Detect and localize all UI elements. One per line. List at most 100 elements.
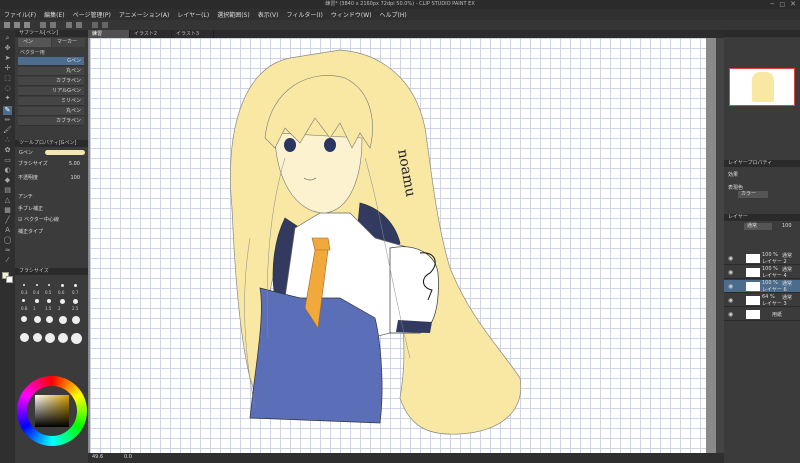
eye-icon[interactable]: ◉	[728, 269, 733, 276]
fill-icon[interactable]	[76, 22, 82, 28]
eraser-tool-icon[interactable]: ▭	[3, 156, 12, 165]
redo-icon[interactable]	[50, 22, 56, 28]
vertical-scrollbar[interactable]	[716, 38, 724, 453]
size-dot[interactable]	[22, 299, 25, 302]
layer-row[interactable]: ◉ 64 % 通常 レイヤー 3	[724, 294, 800, 307]
subtool-category-pen[interactable]: ペン	[18, 38, 51, 47]
layer-row[interactable]: ◉ 用紙	[724, 308, 800, 321]
eyedropper-tool-icon[interactable]: ⁄	[3, 256, 12, 265]
zoom-tool-icon[interactable]: ⌕	[3, 34, 12, 43]
size-dot[interactable]	[21, 316, 27, 322]
antialias-row[interactable]: アンチ	[18, 193, 86, 201]
pencil-tool-icon[interactable]: ✏	[3, 116, 12, 125]
clear-icon[interactable]	[66, 22, 72, 28]
brush-item[interactable]: カブラペン	[18, 77, 84, 86]
correct-line-tool-icon[interactable]: ≈	[3, 246, 12, 255]
size-dot[interactable]	[33, 333, 42, 342]
eye-icon[interactable]: ◉	[728, 283, 733, 290]
menu-animation[interactable]: アニメーション(A)	[115, 10, 174, 19]
lasso-tool-icon[interactable]: ◌	[3, 84, 12, 93]
opacity-value[interactable]: 100	[70, 174, 80, 182]
brush-item[interactable]: Gペン	[18, 57, 84, 66]
opacity-row[interactable]: 不透明度 100	[18, 174, 86, 182]
size-dot[interactable]	[35, 299, 39, 303]
brush-item[interactable]: カブラペン	[18, 117, 84, 126]
brush-item[interactable]: リアルGペン	[18, 87, 84, 96]
blend-tool-icon[interactable]: ◐	[3, 166, 12, 175]
navigator-thumbnail[interactable]	[729, 68, 795, 106]
size-dot[interactable]	[59, 316, 67, 324]
gradient-tool-icon[interactable]: ▤	[3, 186, 12, 195]
size-dot[interactable]	[34, 316, 41, 323]
canvas-area[interactable]: noamu	[88, 38, 724, 453]
save-icon[interactable]	[24, 22, 30, 28]
layer-row[interactable]: ◉ 100 % 通常 レイヤー 4	[724, 266, 800, 279]
brush-item[interactable]: 丸ペン	[18, 107, 84, 116]
subtool-category-marker[interactable]: マーカー	[52, 38, 85, 47]
canvas-paper[interactable]: noamu	[90, 38, 706, 453]
decoration-tool-icon[interactable]: ✿	[3, 146, 12, 155]
menu-filter[interactable]: フィルター(I)	[283, 10, 327, 19]
document-tab[interactable]: 練習	[88, 30, 130, 38]
select-tool-icon[interactable]: ⬚	[3, 74, 12, 83]
undo-icon[interactable]	[40, 22, 46, 28]
airbrush-tool-icon[interactable]: ∴	[3, 136, 12, 145]
balloon-tool-icon[interactable]: ◯	[3, 236, 12, 245]
maximize-icon[interactable]: □	[779, 1, 785, 8]
eye-icon[interactable]: ◉	[728, 311, 733, 318]
sub-color-swatch[interactable]	[6, 276, 13, 283]
wand-tool-icon[interactable]: ✦	[3, 94, 12, 103]
menu-view[interactable]: 表示(V)	[254, 10, 283, 19]
size-dot[interactable]	[23, 284, 25, 286]
document-tab[interactable]: イラスト2	[130, 30, 172, 38]
frame-tool-icon[interactable]: ▦	[3, 206, 12, 215]
close-icon[interactable]: ✕	[790, 0, 796, 8]
size-dot[interactable]	[58, 333, 68, 343]
move-layer-icon[interactable]: ✢	[3, 64, 12, 73]
layer-row[interactable]: ◉ 100 % 通常 レイヤー 2	[724, 252, 800, 265]
fill-tool-icon[interactable]: ◆	[3, 176, 12, 185]
menu-file[interactable]: ファイル(F)	[0, 10, 40, 19]
vector-row[interactable]: ☑ ベクター中心線	[18, 216, 86, 224]
angle-value[interactable]: 0.0	[124, 454, 132, 460]
pen-tool-icon[interactable]: ✎	[3, 106, 12, 115]
text-tool-icon[interactable]: A	[3, 226, 12, 235]
size-dot[interactable]	[20, 333, 29, 342]
open-icon[interactable]	[14, 22, 20, 28]
eye-icon[interactable]: ◉	[728, 297, 733, 304]
minimize-icon[interactable]: ─	[770, 1, 774, 8]
zoom-value[interactable]: 49.6	[92, 454, 103, 460]
brush-item[interactable]: ミリペン	[18, 97, 84, 106]
layer-opacity-value[interactable]: 100	[782, 223, 792, 229]
transform-icon[interactable]	[92, 22, 98, 28]
deselect-icon[interactable]	[102, 22, 108, 28]
size-dot[interactable]	[72, 316, 80, 324]
size-dot[interactable]	[71, 333, 82, 344]
operation-tool-icon[interactable]: ➤	[3, 54, 12, 63]
correction-row[interactable]: 補正タイプ	[18, 228, 86, 236]
color-sv-square[interactable]	[35, 395, 69, 427]
stabilize-row[interactable]: 手ブレ補正	[18, 205, 86, 213]
ruler-tool-icon[interactable]: ╱	[3, 216, 12, 225]
size-dot[interactable]	[36, 284, 38, 286]
menu-edit[interactable]: 編集(E)	[40, 10, 68, 19]
menu-page[interactable]: ページ管理(P)	[69, 10, 115, 19]
brush-item[interactable]: 丸ペン	[18, 67, 84, 76]
brush-size-value[interactable]: 5.00	[69, 160, 80, 168]
size-dot[interactable]	[48, 284, 50, 286]
blend-mode-select[interactable]: 通常	[744, 223, 772, 230]
brush-tool-icon[interactable]: 🖌	[3, 126, 12, 135]
size-dot[interactable]	[60, 299, 65, 304]
size-dot[interactable]	[74, 284, 77, 287]
size-dot[interactable]	[61, 284, 64, 287]
menu-selection[interactable]: 選択範囲(S)	[213, 10, 254, 19]
move-tool-icon[interactable]: ✥	[3, 44, 12, 53]
menu-help[interactable]: ヘルプ(H)	[375, 10, 410, 19]
size-dot[interactable]	[47, 299, 51, 303]
layer-row[interactable]: ◉ 100 % 通常 レイヤー 6	[724, 280, 800, 293]
eye-icon[interactable]: ◉	[728, 255, 733, 262]
brush-size-row[interactable]: ブラシサイズ 5.00	[18, 160, 86, 168]
size-dot[interactable]	[46, 316, 53, 323]
menu-window[interactable]: ウィンドウ(W)	[327, 10, 376, 19]
size-dot[interactable]	[73, 299, 78, 304]
